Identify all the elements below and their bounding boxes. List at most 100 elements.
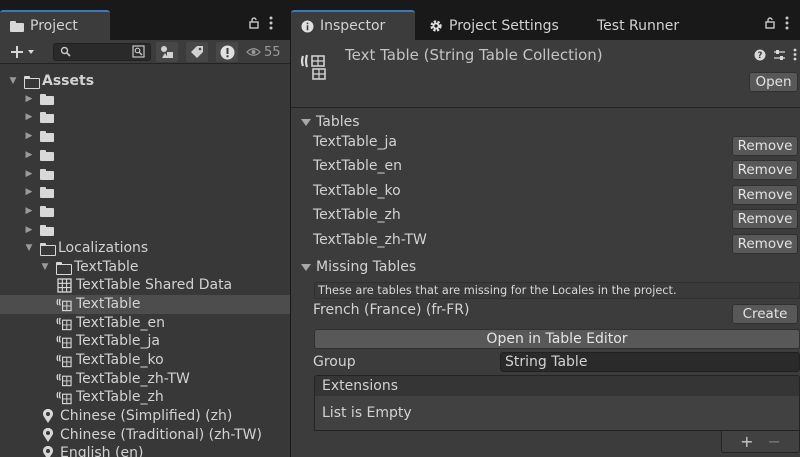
collapsed-arrow-icon[interactable]: ▶ bbox=[24, 131, 34, 141]
kebab-menu-icon[interactable] bbox=[793, 48, 797, 65]
tree-row[interactable]: Chinese (Traditional) (zh-TW) bbox=[0, 426, 290, 445]
remove-table-button[interactable]: Remove bbox=[732, 184, 798, 205]
tree-row[interactable]: TextTable bbox=[0, 295, 290, 314]
locale-icon bbox=[40, 408, 56, 424]
folder-open-icon bbox=[40, 242, 56, 256]
presets-icon[interactable] bbox=[773, 49, 786, 65]
eye-icon bbox=[246, 48, 261, 56]
search-by-type-icon[interactable] bbox=[132, 45, 145, 62]
tree-row[interactable]: ▶ bbox=[0, 202, 290, 221]
tree-row[interactable]: ▶ bbox=[0, 221, 290, 240]
grid-icon bbox=[56, 277, 72, 293]
tree-row[interactable]: English (en) bbox=[0, 444, 290, 457]
help-icon[interactable]: ? bbox=[754, 49, 766, 65]
tree-row-label: Assets bbox=[42, 73, 95, 90]
missing-tables-foldout[interactable]: Missing Tables bbox=[291, 255, 800, 279]
lock-icon[interactable] bbox=[765, 17, 775, 33]
tree-row[interactable]: ▼ Assets bbox=[0, 72, 290, 91]
missing-tables-help-box: These are tables that are missing for th… bbox=[314, 282, 800, 299]
tree-row-label: Chinese (Simplified) (zh) bbox=[60, 408, 233, 425]
shapes-icon bbox=[161, 46, 173, 58]
collapsed-arrow-icon[interactable]: ▶ bbox=[24, 94, 34, 104]
remove-extension-button[interactable]: − bbox=[768, 432, 781, 451]
tree-row[interactable]: ▶ bbox=[0, 183, 290, 202]
string-table-icon bbox=[56, 389, 72, 405]
collapsed-arrow-icon[interactable]: ▶ bbox=[24, 187, 34, 197]
kebab-menu-icon[interactable] bbox=[785, 16, 789, 34]
remove-table-button[interactable]: Remove bbox=[732, 209, 798, 230]
folder-icon bbox=[40, 205, 54, 217]
tree-row[interactable]: ▼ Localizations bbox=[0, 239, 290, 258]
filter-by-type-button[interactable] bbox=[156, 42, 178, 62]
collapsed-arrow-icon[interactable]: ▶ bbox=[24, 225, 34, 235]
create-table-button[interactable]: Create bbox=[732, 304, 798, 324]
string-table-icon bbox=[56, 333, 72, 349]
missing-locale-name: French (France) (fr-FR) bbox=[313, 302, 470, 318]
tree-row[interactable]: TextTable_zh-TW bbox=[0, 370, 290, 389]
collapsed-arrow-icon[interactable]: ▶ bbox=[24, 112, 34, 122]
folder-icon bbox=[40, 224, 54, 236]
gear-icon bbox=[430, 20, 442, 32]
group-field[interactable]: String Table bbox=[500, 352, 800, 372]
inspector-window: Inspector Project Settings Test Runner T… bbox=[291, 0, 800, 457]
expanded-arrow-icon[interactable]: ▼ bbox=[40, 262, 50, 272]
create-dropdown-button[interactable] bbox=[7, 42, 39, 62]
tree-row[interactable]: ▶ bbox=[0, 90, 290, 109]
group-field-value: String Table bbox=[505, 354, 588, 370]
kebab-menu-icon[interactable] bbox=[269, 16, 273, 34]
filter-by-label-button[interactable] bbox=[186, 42, 208, 62]
tree-row[interactable]: TextTable_zh bbox=[0, 388, 290, 407]
open-button[interactable]: Open bbox=[749, 72, 798, 92]
log-types-button[interactable] bbox=[216, 42, 238, 62]
tab-inspector[interactable]: Inspector bbox=[291, 10, 415, 40]
locale-icon bbox=[40, 427, 56, 443]
collapsed-arrow-icon[interactable]: ▶ bbox=[24, 169, 34, 179]
inspector-header: Text Table (String Table Collection) ? O… bbox=[291, 40, 800, 108]
search-input[interactable] bbox=[53, 43, 151, 61]
string-table-collection-icon bbox=[300, 50, 334, 88]
extensions-list-footer: + − bbox=[721, 431, 800, 453]
add-extension-button[interactable]: + bbox=[740, 432, 753, 451]
tree-row[interactable]: TextTable_en bbox=[0, 314, 290, 333]
tree-row-label: Localizations bbox=[58, 240, 149, 257]
lock-icon[interactable] bbox=[249, 17, 259, 33]
folder-icon bbox=[40, 168, 54, 180]
tab-test-runner[interactable]: Test Runner bbox=[587, 11, 697, 41]
tab-project[interactable]: Project bbox=[0, 10, 110, 40]
tree-row-label: English (en) bbox=[60, 445, 144, 457]
tree-row-label: Chinese (Traditional) (zh-TW) bbox=[60, 427, 262, 444]
tree-row[interactable]: ▶ bbox=[0, 127, 290, 146]
project-tabstrip: Project bbox=[0, 0, 290, 40]
tables-foldout[interactable]: Tables bbox=[291, 110, 800, 134]
tables-section-label: Tables bbox=[316, 114, 360, 130]
tree-row[interactable]: ▶ bbox=[0, 108, 290, 127]
remove-table-button[interactable]: Remove bbox=[732, 136, 798, 156]
tree-row[interactable]: TextTable_ko bbox=[0, 351, 290, 370]
tree-row-label: TextTable_zh bbox=[76, 389, 164, 406]
tree-row[interactable]: ▶ bbox=[0, 165, 290, 184]
tree-row-label: TextTable Shared Data bbox=[76, 277, 233, 294]
tree-row[interactable]: TextTable Shared Data bbox=[0, 276, 290, 295]
string-table-icon bbox=[56, 371, 72, 387]
tab-project-settings[interactable]: Project Settings bbox=[419, 11, 579, 41]
tree-row[interactable]: ▶ bbox=[0, 146, 290, 165]
tree-row-label: TextTable bbox=[74, 259, 139, 276]
table-name: TextTable_zh bbox=[313, 207, 401, 224]
tree-row-label: TextTable_en bbox=[76, 315, 166, 332]
expanded-arrow-icon[interactable]: ▼ bbox=[24, 243, 34, 253]
tab-inspector-label: Inspector bbox=[320, 18, 386, 34]
string-table-icon bbox=[56, 315, 72, 331]
remove-table-button[interactable]: Remove bbox=[732, 233, 798, 254]
folder-icon bbox=[40, 111, 54, 123]
info-icon bbox=[301, 20, 314, 32]
hidden-packages-toggle[interactable]: 55 bbox=[246, 43, 290, 61]
tree-row[interactable]: ▼ TextTable bbox=[0, 258, 290, 277]
tree-row[interactable]: Chinese (Simplified) (zh) bbox=[0, 407, 290, 426]
tree-row[interactable]: TextTable_ja bbox=[0, 332, 290, 351]
open-in-table-editor-button[interactable]: Open in Table Editor bbox=[314, 329, 800, 349]
remove-table-button[interactable]: Remove bbox=[732, 160, 798, 181]
collapsed-arrow-icon[interactable]: ▶ bbox=[24, 150, 34, 160]
collapsed-arrow-icon[interactable]: ▶ bbox=[24, 206, 34, 216]
tag-icon bbox=[191, 46, 203, 58]
expanded-arrow-icon[interactable]: ▼ bbox=[8, 76, 18, 86]
